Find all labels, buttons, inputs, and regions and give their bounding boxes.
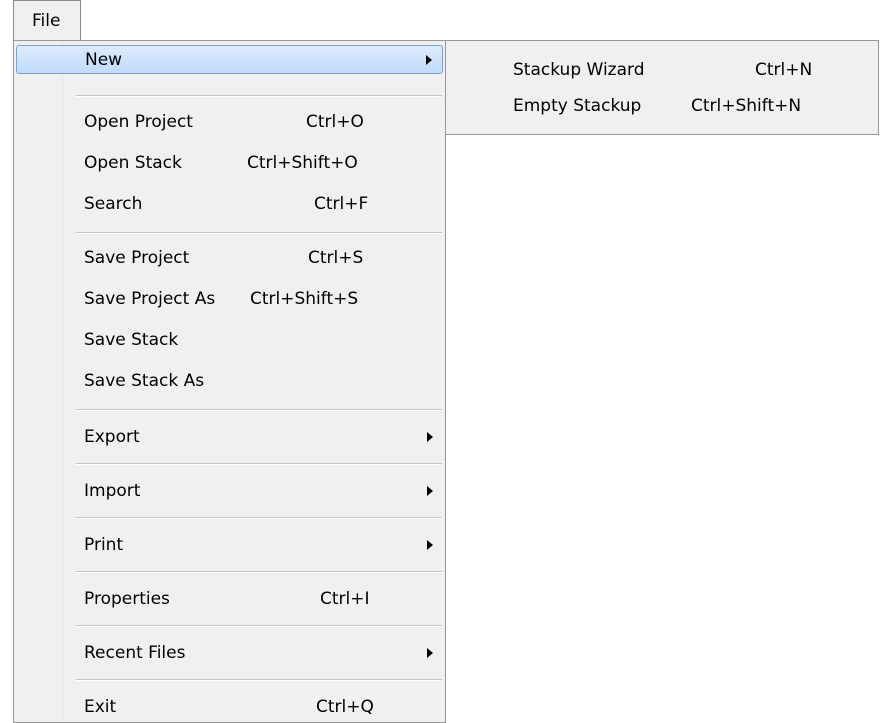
menu-item-save-stack-as-label: Save Stack As — [84, 371, 205, 391]
menu-item-export-label: Export — [84, 427, 140, 447]
menu-item-import-label: Import — [84, 481, 141, 501]
menu-item-save-stack[interactable]: Save Stack — [16, 326, 443, 355]
menu-separator — [76, 409, 442, 411]
menu-separator — [76, 571, 442, 573]
submenu-item-stackup-wizard-label: Stackup Wizard — [513, 60, 645, 80]
submenu-item-empty-stackup-shortcut: Ctrl+Shift+N — [691, 96, 802, 116]
submenu-item-stackup-wizard[interactable]: Stackup Wizard Ctrl+N — [446, 50, 878, 84]
menu-item-exit-shortcut: Ctrl+Q — [316, 697, 374, 717]
menu-item-recent-files-label: Recent Files — [84, 643, 186, 663]
menu-item-save-project-as[interactable]: Save Project As Ctrl+Shift+S — [16, 285, 443, 314]
submenu-arrow-icon — [426, 55, 432, 65]
submenu-item-stackup-wizard-shortcut: Ctrl+N — [755, 60, 813, 80]
menu-item-import[interactable]: Import — [16, 477, 443, 506]
menu-item-exit[interactable]: Exit Ctrl+Q — [16, 693, 443, 722]
submenu-arrow-icon — [427, 648, 433, 658]
file-menu: New Open Project Ctrl+O Open Stack Ctrl+… — [13, 40, 446, 723]
submenu-arrow-icon — [427, 432, 433, 442]
submenu-arrow-icon — [427, 486, 433, 496]
menu-separator — [76, 232, 442, 234]
submenu-arrow-icon — [427, 540, 433, 550]
menu-item-open-stack-shortcut: Ctrl+Shift+O — [247, 153, 358, 173]
menu-separator — [76, 517, 442, 519]
menu-item-search-shortcut: Ctrl+F — [314, 194, 369, 214]
menu-item-search-label: Search — [84, 194, 143, 214]
menu-item-properties-shortcut: Ctrl+I — [320, 589, 370, 609]
menu-item-save-project[interactable]: Save Project Ctrl+S — [16, 244, 443, 273]
menu-item-exit-label: Exit — [84, 697, 117, 717]
menu-item-save-project-label: Save Project — [84, 248, 190, 268]
menu-item-print[interactable]: Print — [16, 531, 443, 560]
menu-item-new-label: New — [85, 50, 123, 70]
menu-item-recent-files[interactable]: Recent Files — [16, 639, 443, 668]
menu-item-properties[interactable]: Properties Ctrl+I — [16, 585, 443, 614]
menu-item-properties-label: Properties — [84, 589, 170, 609]
menu-item-search[interactable]: Search Ctrl+F — [16, 190, 443, 219]
menu-separator — [76, 95, 442, 97]
menu-item-save-project-as-label: Save Project As — [84, 289, 216, 309]
menu-item-open-stack-label: Open Stack — [84, 153, 182, 173]
menu-item-save-project-shortcut: Ctrl+S — [308, 248, 364, 268]
menubar-file-label: File — [32, 11, 61, 31]
menu-item-new[interactable]: New — [16, 45, 443, 74]
menu-item-open-project-label: Open Project — [84, 112, 193, 132]
menubar-file[interactable]: File — [13, 0, 81, 41]
menu-item-open-project-shortcut: Ctrl+O — [306, 112, 364, 132]
submenu-item-empty-stackup[interactable]: Empty Stackup Ctrl+Shift+N — [446, 86, 878, 120]
menu-item-save-stack-label: Save Stack — [84, 330, 179, 350]
submenu-item-empty-stackup-label: Empty Stackup — [513, 96, 642, 116]
menu-item-export[interactable]: Export — [16, 423, 443, 452]
menu-item-open-project[interactable]: Open Project Ctrl+O — [16, 108, 443, 137]
menu-item-print-label: Print — [84, 535, 124, 555]
menu-item-save-stack-as[interactable]: Save Stack As — [16, 367, 443, 396]
menu-separator — [76, 625, 442, 627]
menu-item-open-stack[interactable]: Open Stack Ctrl+Shift+O — [16, 149, 443, 178]
new-submenu: Stackup Wizard Ctrl+N Empty Stackup Ctrl… — [445, 40, 879, 135]
menu-separator — [76, 679, 442, 681]
menu-item-save-project-as-shortcut: Ctrl+Shift+S — [250, 289, 359, 309]
menu-separator — [76, 463, 442, 465]
